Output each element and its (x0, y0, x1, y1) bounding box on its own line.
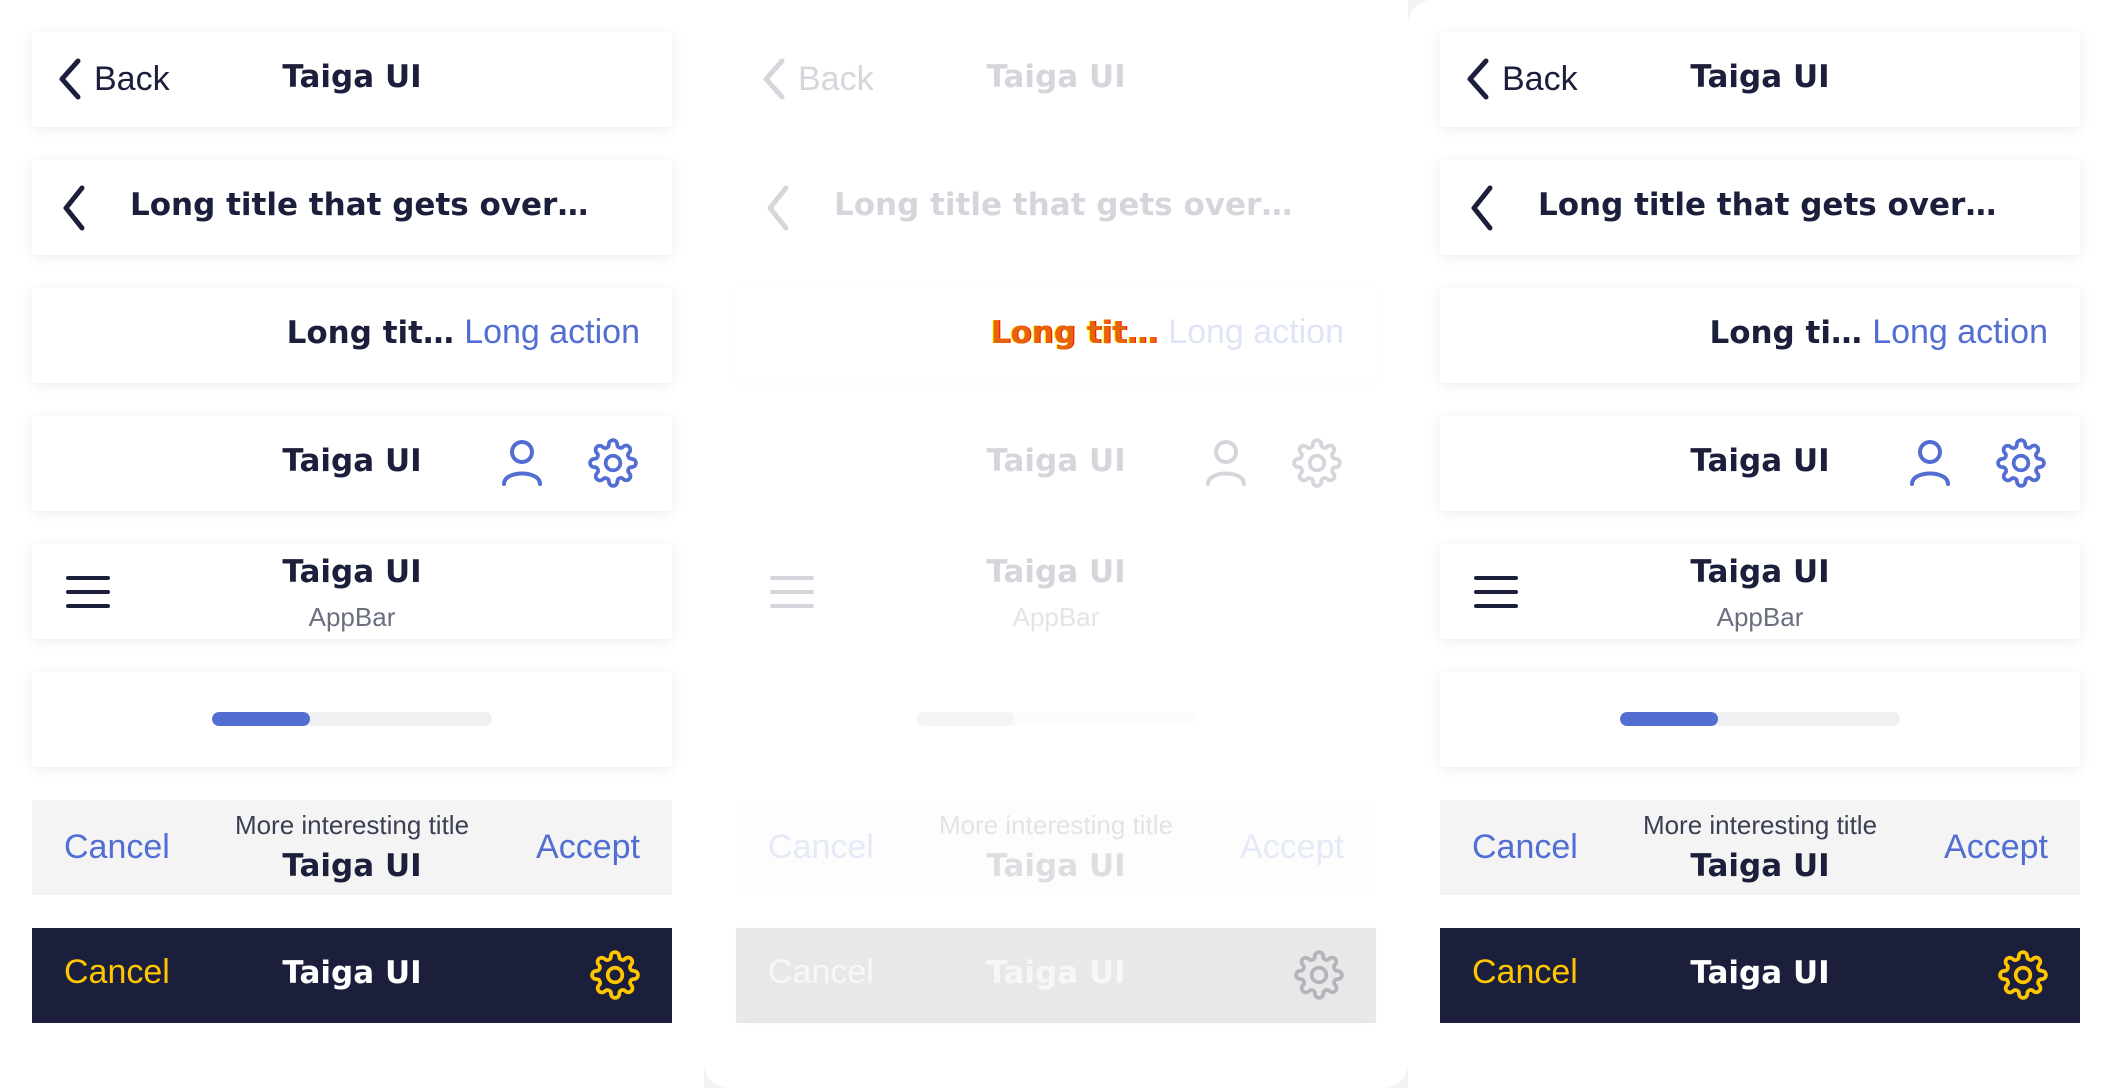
appbar-title: Taiga UI (282, 59, 422, 95)
settings-button[interactable] (1294, 950, 1344, 1005)
appbar-secondary: Cancel More interesting title Taiga UI A… (1440, 800, 2080, 895)
progress-bar (212, 712, 492, 726)
back-button[interactable] (54, 184, 94, 237)
progress-fill (1620, 712, 1718, 726)
appbar-long-title: Long title that gets overflo… (1440, 160, 2080, 255)
user-button[interactable] (1908, 438, 1952, 493)
appbar-title: Long title that gets overflo… (130, 187, 610, 223)
appbar-dark: Cancel Taiga UI (1440, 928, 2080, 1023)
appbar-long-action: Long tit… Long action (32, 288, 672, 383)
gear-icon (1996, 438, 2046, 488)
appbar-title: Taiga UI (282, 554, 422, 590)
user-button[interactable] (1204, 438, 1248, 493)
accept-button[interactable]: Accept (536, 828, 640, 867)
back-button[interactable] (758, 184, 798, 237)
progress-bar (916, 712, 1196, 726)
appbar-subtitle: AppBar (1012, 602, 1100, 632)
gear-icon (588, 438, 638, 488)
appbar-long-action: Long tit… Long action (736, 288, 1376, 383)
demo-page: Back Taiga UI Long title that gets overf… (0, 0, 2112, 1088)
appbar-title: Long title that gets overflo… (834, 187, 1314, 223)
long-action-button[interactable]: Long action (1872, 313, 2048, 352)
appbar-column-alt: Back Taiga UI Long title that gets overf… (1408, 0, 2112, 1088)
appbar-menu: Taiga UI AppBar (1440, 544, 2080, 639)
progress-bar (1620, 712, 1900, 726)
back-button[interactable] (1462, 184, 1502, 237)
settings-button[interactable] (1998, 950, 2048, 1005)
appbar-secondary: Cancel More interesting title Taiga UI A… (736, 800, 1376, 895)
accept-button[interactable]: Accept (1240, 828, 1344, 867)
appbar-column-disabled: Back Taiga UI Long title that gets overf… (704, 0, 1408, 1088)
appbar-long-action: Long ti… Long action (1440, 288, 2080, 383)
appbar-long-title: Long title that gets overflo… (736, 160, 1376, 255)
appbar-long-title: Long title that gets overflo… (32, 160, 672, 255)
accept-button[interactable]: Accept (1944, 828, 2048, 867)
appbar-icons: Taiga UI (1440, 416, 2080, 511)
appbar-title: Taiga UI (282, 443, 422, 479)
chevron-left-icon (1471, 185, 1493, 231)
appbar-menu: Taiga UI AppBar (736, 544, 1376, 639)
appbar-dark: Cancel Taiga UI (736, 928, 1376, 1023)
user-icon (502, 440, 542, 486)
appbar-title: Long tit… (286, 315, 454, 351)
appbar-back: Back Taiga UI (1440, 32, 2080, 127)
appbar-progress (32, 672, 672, 767)
chevron-left-icon (63, 185, 85, 231)
long-action-button[interactable]: Long action (1168, 313, 1344, 352)
user-icon (1910, 440, 1950, 486)
appbar-title: Long ti… (1709, 315, 1862, 351)
appbar-title: Long title that gets overflo… (1538, 187, 2018, 223)
appbar-title: Taiga UI (282, 955, 422, 991)
appbar-progress (736, 672, 1376, 767)
appbar-title: Taiga UI (986, 955, 1126, 991)
appbar-column-default: Back Taiga UI Long title that gets overf… (0, 0, 704, 1088)
gear-icon (1294, 950, 1344, 1000)
appbar-icons: Taiga UI (32, 416, 672, 511)
appbar-title: Taiga UI (1690, 554, 1830, 590)
appbar-title: Long tit… (990, 315, 1158, 351)
settings-button[interactable] (590, 950, 640, 1005)
appbar-title: Taiga UI (1690, 443, 1830, 479)
user-button[interactable] (500, 438, 544, 493)
gear-icon (1292, 438, 1342, 488)
appbar-icons: Taiga UI (736, 416, 1376, 511)
progress-fill (212, 712, 310, 726)
appbar-dark: Cancel Taiga UI (32, 928, 672, 1023)
appbar-title: Taiga UI (1690, 59, 1830, 95)
appbar-subtitle: AppBar (1716, 602, 1804, 632)
appbar-subtitle: AppBar (308, 602, 396, 632)
settings-button[interactable] (1292, 438, 1342, 493)
progress-fill (916, 712, 1014, 726)
settings-button[interactable] (588, 438, 638, 493)
appbar-title: Taiga UI (986, 59, 1126, 95)
chevron-left-icon (767, 185, 789, 231)
long-action-button[interactable]: Long action (464, 313, 640, 352)
appbar-title: Taiga UI (986, 554, 1126, 590)
user-icon (1206, 440, 1246, 486)
appbar-secondary: Cancel More interesting title Taiga UI A… (32, 800, 672, 895)
settings-button[interactable] (1996, 438, 2046, 493)
appbar-back: Back Taiga UI (32, 32, 672, 127)
appbar-back: Back Taiga UI (736, 32, 1376, 127)
gear-icon (1998, 950, 2048, 1000)
appbar-menu: Taiga UI AppBar (32, 544, 672, 639)
appbar-title: Taiga UI (986, 443, 1126, 479)
gear-icon (590, 950, 640, 1000)
appbar-title: Taiga UI (1690, 955, 1830, 991)
appbar-progress (1440, 672, 2080, 767)
